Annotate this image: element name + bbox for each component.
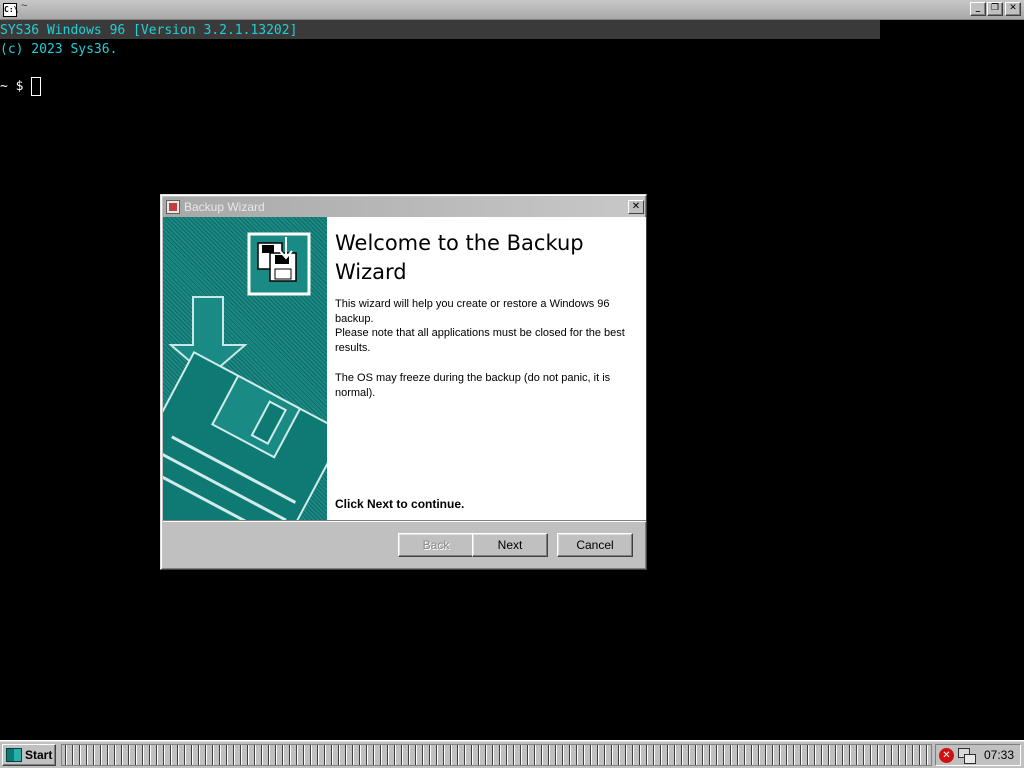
wizard-content-panel: Welcome to the Backup Wizard This wizard… — [327, 217, 646, 520]
clock[interactable]: 07:33 — [984, 748, 1014, 763]
terminal-copyright-line: (c) 2023 Sys36. — [0, 42, 118, 57]
wizard-intro-text: This wizard will help you create or rest… — [335, 298, 610, 325]
wizard-close-button[interactable]: ✕ — [628, 200, 644, 214]
terminal-app-icon[interactable]: C:\ — [3, 3, 18, 17]
cancel-button[interactable]: Cancel — [557, 533, 633, 557]
wizard-warning-text: The OS may freeze during the backup (do … — [335, 372, 611, 399]
wizard-heading: Welcome to the Backup Wizard — [335, 231, 584, 284]
next-button[interactable]: Next — [472, 533, 548, 557]
start-button[interactable]: Start — [2, 744, 56, 766]
wizard-continue-text: Click Next to continue. — [335, 497, 465, 511]
network-icon[interactable] — [958, 748, 976, 764]
wizard-note-text: Please note that all applications must b… — [335, 327, 625, 354]
taskbar-window-list[interactable] — [61, 744, 932, 766]
system-tray: ✕ 07:33 — [935, 744, 1021, 766]
wizard-titlebar[interactable]: Backup Wizard ✕ — [163, 197, 644, 217]
back-button[interactable]: Back — [398, 533, 474, 557]
start-label: Start — [25, 748, 53, 762]
terminal-cursor[interactable] — [31, 77, 41, 96]
backup-app-icon — [166, 200, 180, 214]
wizard-divider — [163, 520, 646, 522]
terminal-title: ~ — [21, 0, 28, 12]
restore-button[interactable]: ❐ — [987, 2, 1003, 16]
start-logo-icon — [6, 748, 22, 762]
terminal-version-line: SYS36 Windows 96 [Version 3.2.1.13202] — [0, 23, 298, 38]
wizard-side-banner — [163, 217, 327, 520]
minimize-button[interactable]: _ — [970, 2, 986, 16]
taskbar: Start ✕ 07:33 — [0, 740, 1024, 768]
error-icon[interactable]: ✕ — [939, 748, 954, 763]
backup-wizard-dialog: Backup Wizard ✕ Welcome to the Backup Wi… — [160, 194, 647, 570]
terminal-titlebar[interactable]: C:\ ~ _ ❐ ✕ — [0, 0, 1024, 20]
floppy-disk-illustration — [163, 232, 327, 520]
backup-icon — [247, 232, 311, 296]
terminal-prompt: ~ $ — [0, 79, 32, 94]
close-button[interactable]: ✕ — [1005, 2, 1021, 16]
wizard-title: Backup Wizard — [184, 200, 265, 214]
